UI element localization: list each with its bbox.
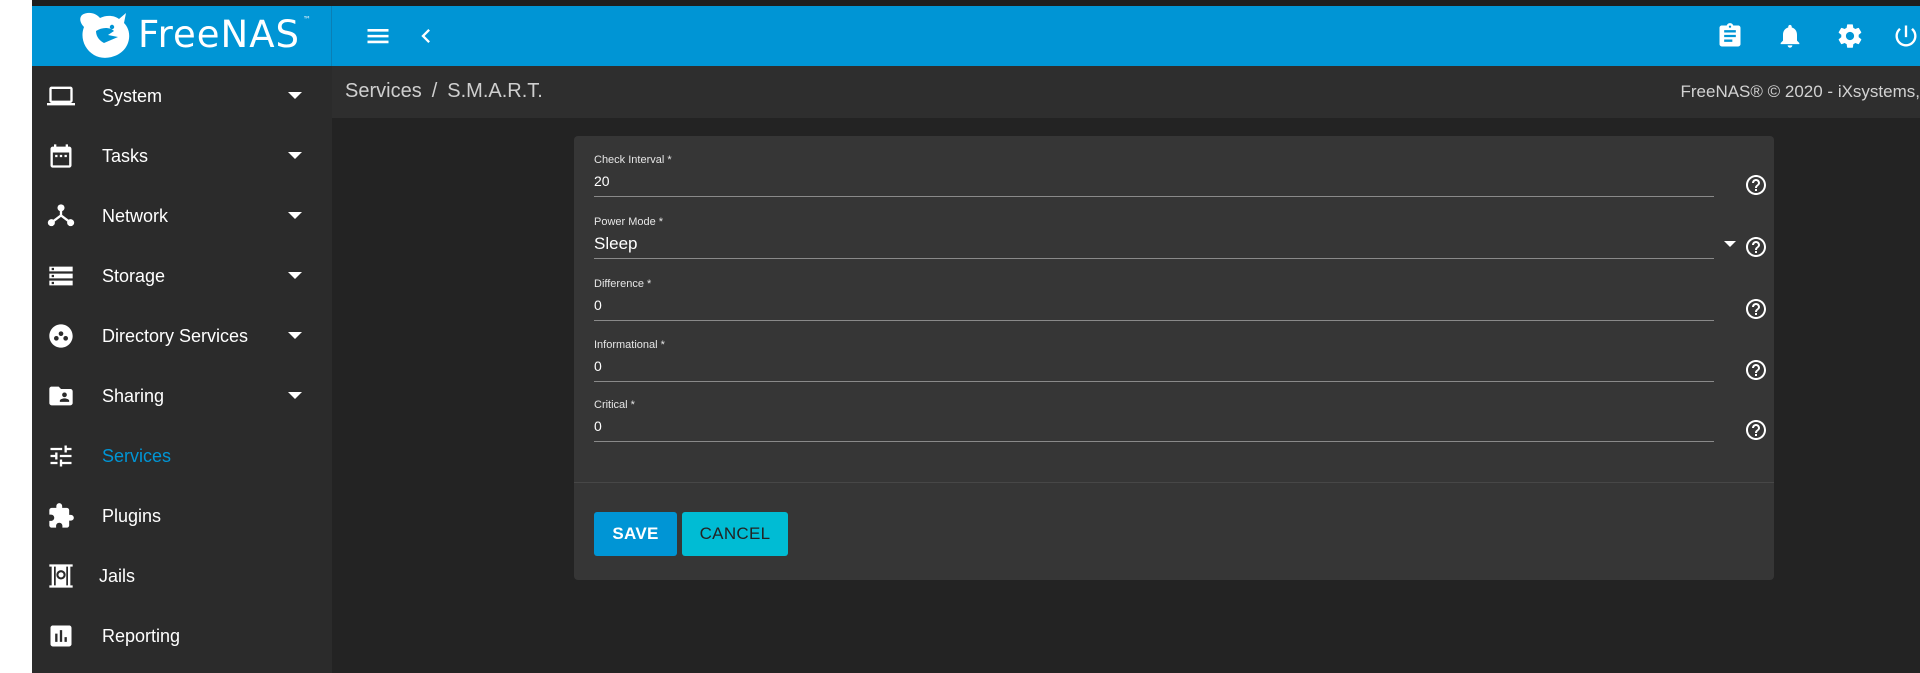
clipboard-icon <box>1719 23 1741 47</box>
field-label: Difference * <box>594 278 652 290</box>
folder-shared-icon <box>46 381 76 411</box>
sidebar-item-label: System <box>102 85 163 106</box>
bell-icon <box>1780 24 1800 48</box>
sidebar-item-sharing[interactable]: Sharing <box>32 366 332 426</box>
sidebar-item-label: Services <box>102 445 172 466</box>
help-icon[interactable] <box>1744 418 1768 442</box>
laptop-icon <box>46 81 76 111</box>
check-interval-input[interactable]: 20 <box>594 173 610 189</box>
storage-icon <box>46 261 76 291</box>
field-underline <box>594 320 1714 321</box>
form-divider <box>574 482 1774 483</box>
help-icon[interactable] <box>1744 297 1768 321</box>
logo[interactable]: FreeNAS ™ <box>32 6 332 66</box>
collapse-sidebar-button[interactable] <box>410 20 442 52</box>
breadcrumb-separator: / <box>431 80 438 102</box>
field-label: Check Interval * <box>594 154 672 166</box>
sidebar-item-network[interactable]: Network <box>32 186 332 246</box>
field-underline <box>594 381 1714 382</box>
sidebar-item-label: Directory Services <box>102 325 249 346</box>
save-button[interactable]: SAVE <box>594 512 677 556</box>
hamburger-menu-button[interactable] <box>362 20 394 52</box>
sidebar-item-label: Plugins <box>102 505 162 526</box>
chevron-left-icon <box>421 29 430 43</box>
sidebar-item-plugins[interactable]: Plugins <box>32 486 332 546</box>
task-manager-button[interactable] <box>1714 20 1746 52</box>
dropdown-arrow-icon[interactable] <box>1724 241 1736 247</box>
sidebar: System Tasks Network Storage Directory S… <box>32 66 332 673</box>
chevron-down-icon <box>288 392 302 399</box>
sidebar-item-label: Storage <box>102 265 166 286</box>
network-icon <box>46 201 76 231</box>
sidebar-item-tasks[interactable]: Tasks <box>32 126 332 186</box>
sidebar-item-label: Reporting <box>102 625 181 646</box>
power-button[interactable] <box>1890 20 1920 52</box>
chevron-down-icon <box>288 212 302 219</box>
jail-icon <box>46 561 76 591</box>
calendar-icon <box>46 141 76 171</box>
informational-input[interactable]: 0 <box>594 358 602 374</box>
field-label: Power Mode * <box>594 216 664 228</box>
power-icon <box>1895 25 1917 47</box>
sidebar-item-label: Sharing <box>102 385 165 406</box>
notifications-button[interactable] <box>1774 20 1806 52</box>
sidebar-item-label: Jails <box>99 565 136 586</box>
logo-text: FreeNAS ™ <box>138 12 312 56</box>
field-underline <box>594 258 1714 259</box>
breadcrumb: Services / S.M.A.R.T. <box>345 80 543 103</box>
sidebar-item-label: Network <box>102 205 169 226</box>
freenas-logo-icon <box>80 12 130 58</box>
chevron-down-icon <box>288 152 302 159</box>
sidebar-item-system[interactable]: System <box>32 66 332 126</box>
sidebar-item-label: Tasks <box>102 145 149 166</box>
sidebar-item-directory-services[interactable]: Directory Services <box>32 306 332 366</box>
breadcrumb-services-link[interactable]: Services <box>345 80 422 102</box>
gear-icon <box>1838 24 1862 48</box>
topbar: FreeNAS ™ <box>32 6 1920 66</box>
difference-input[interactable]: 0 <box>594 297 602 313</box>
sidebar-item-jails[interactable]: Jails <box>32 546 332 606</box>
breadcrumb-current: S.M.A.R.T. <box>447 80 543 102</box>
field-label: Informational * <box>594 339 665 351</box>
puzzle-icon <box>46 501 76 531</box>
page-header: Services / S.M.A.R.T. FreeNAS® © 2020 - iX… <box>332 66 1920 118</box>
help-icon[interactable] <box>1744 235 1768 259</box>
critical-input[interactable]: 0 <box>594 418 602 434</box>
field-label: Critical * <box>594 399 635 411</box>
directory-icon <box>46 321 76 351</box>
smart-settings-form: Check Interval * 20 Power Mode * Sleep D… <box>574 136 1774 580</box>
power-mode-select[interactable]: Sleep <box>594 234 637 254</box>
screen-frame: FreeNAS ™ System Tasks Network Storage D… <box>0 0 1920 673</box>
sidebar-item-storage[interactable]: Storage <box>32 246 332 306</box>
app-window: FreeNAS ™ System Tasks Network Storage D… <box>32 0 1920 673</box>
chart-icon <box>46 621 76 651</box>
tune-icon <box>46 441 76 471</box>
field-underline <box>594 196 1714 197</box>
field-underline <box>594 441 1714 442</box>
sidebar-item-reporting[interactable]: Reporting <box>32 606 332 666</box>
chevron-down-icon <box>288 332 302 339</box>
cancel-button[interactable]: CANCEL <box>682 512 788 556</box>
help-icon[interactable] <box>1744 358 1768 382</box>
sidebar-item-services[interactable]: Services <box>32 426 332 486</box>
chevron-down-icon <box>288 272 302 279</box>
settings-button[interactable] <box>1834 20 1866 52</box>
hamburger-menu-icon <box>367 29 389 44</box>
copyright-text: FreeNAS® © 2020 - iXsystems, <box>1680 82 1920 101</box>
chevron-down-icon <box>288 92 302 99</box>
help-icon[interactable] <box>1744 173 1768 197</box>
